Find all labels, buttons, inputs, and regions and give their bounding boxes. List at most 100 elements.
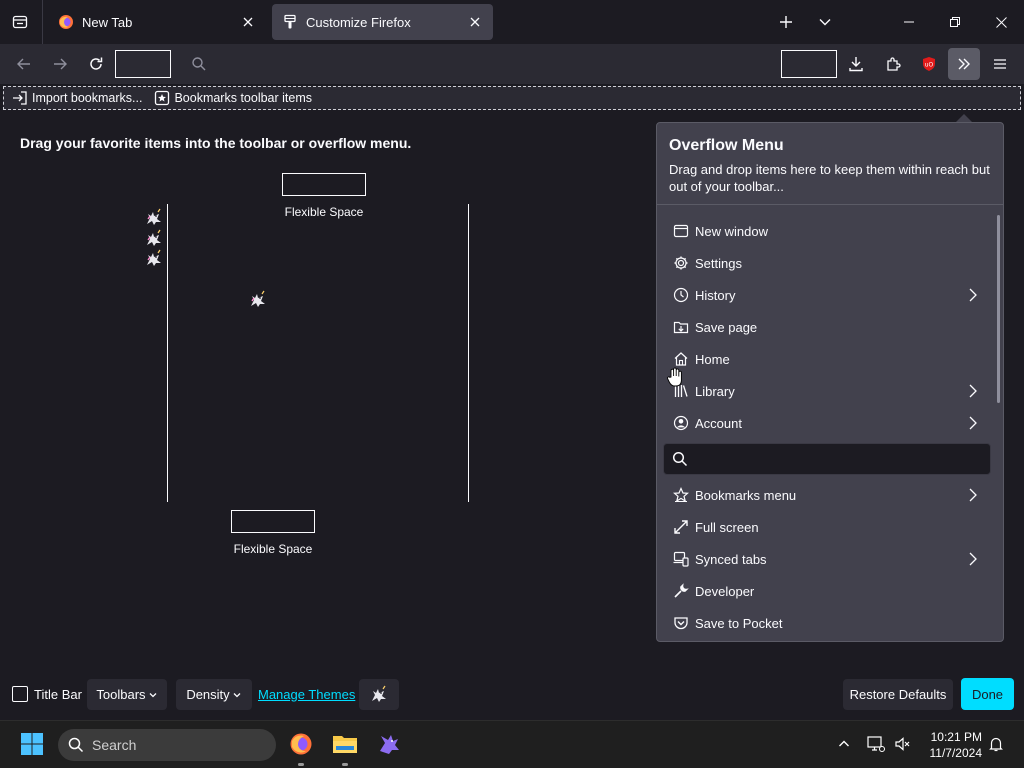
pocket-icon xyxy=(674,617,688,630)
search-icon xyxy=(192,57,206,71)
network-button[interactable] xyxy=(862,729,890,759)
bell-icon xyxy=(989,737,1003,752)
reload-button[interactable] xyxy=(80,48,112,80)
overflow-menu-button[interactable] xyxy=(948,48,980,80)
minimize-button[interactable] xyxy=(886,0,932,44)
forward-button[interactable] xyxy=(44,48,76,80)
overflow-item-save-page[interactable]: Save page xyxy=(657,311,997,343)
star-icon xyxy=(673,487,689,503)
chevron-up-icon xyxy=(839,740,849,747)
restore-defaults-button[interactable]: Restore Defaults xyxy=(843,679,953,710)
item-label: History xyxy=(695,287,736,303)
show-hidden-icons-button[interactable] xyxy=(830,729,858,759)
overflow-item-new-window[interactable]: New window xyxy=(657,215,997,247)
taskbar-firefox[interactable] xyxy=(286,729,316,759)
notifications-button[interactable] xyxy=(982,729,1010,759)
unicorn-button[interactable] xyxy=(359,679,399,710)
ublock-origin-button[interactable]: uO xyxy=(913,48,945,80)
list-all-tabs-button[interactable] xyxy=(811,8,839,36)
item-label: Bookmarks menu xyxy=(695,487,797,503)
chevron-down-icon xyxy=(233,692,241,697)
windows-logo-icon xyxy=(21,733,43,755)
separator-item[interactable] xyxy=(167,204,168,502)
overflow-item-account[interactable]: Account xyxy=(657,407,997,439)
extensions-button[interactable] xyxy=(877,48,909,80)
back-button[interactable] xyxy=(8,48,40,80)
overflow-item-save-to-pocket[interactable]: Save to Pocket xyxy=(657,607,997,639)
chevron-right-icon xyxy=(969,552,977,566)
taskbar-search-box[interactable]: Search xyxy=(58,729,276,761)
search-item[interactable] xyxy=(663,443,991,475)
search-button[interactable] xyxy=(183,48,215,80)
restore-button[interactable] xyxy=(932,0,978,44)
manage-themes-link[interactable]: Manage Themes xyxy=(258,687,355,702)
import-bookmarks-label: Import bookmarks... xyxy=(32,91,143,105)
running-indicator xyxy=(342,763,348,766)
search-icon xyxy=(68,737,84,753)
chevron-right-icon xyxy=(969,384,977,398)
item-label: Save page xyxy=(695,319,758,335)
spring-placeholder[interactable] xyxy=(115,50,171,78)
start-button[interactable] xyxy=(17,729,47,759)
plus-icon xyxy=(780,16,792,28)
panel-title: Overflow Menu xyxy=(669,137,784,154)
tab-new-tab[interactable]: New Tab xyxy=(48,4,266,40)
flexible-space-item[interactable] xyxy=(231,510,315,533)
firefox-logo-icon xyxy=(59,15,73,29)
title-bar-checkbox[interactable] xyxy=(12,686,28,702)
tab-strip: New Tab Customize Firefox xyxy=(0,0,1024,44)
unicorn-icon[interactable] xyxy=(144,249,164,269)
close-icon[interactable] xyxy=(240,14,256,30)
downloads-button[interactable] xyxy=(840,48,872,80)
done-button[interactable]: Done xyxy=(961,678,1014,710)
wrench-icon xyxy=(674,583,689,598)
overflow-item-settings[interactable]: Settings xyxy=(657,247,997,279)
paintbrush-icon xyxy=(284,14,296,29)
panel-description: Drag and drop items here to keep them wi… xyxy=(669,162,990,194)
close-window-button[interactable] xyxy=(978,0,1024,44)
clock[interactable]: 10:21 PM 11/7/2024 xyxy=(918,729,983,761)
panel-scrollbar[interactable] xyxy=(997,215,1000,403)
item-label: Library xyxy=(695,383,735,399)
taskbar-app[interactable] xyxy=(374,729,404,759)
account-icon xyxy=(673,415,689,431)
volume-button[interactable] xyxy=(888,729,916,759)
speaker-muted-icon xyxy=(895,737,910,751)
unicorn-icon[interactable] xyxy=(144,208,164,228)
overflow-item-synced-tabs[interactable]: Synced tabs xyxy=(657,543,997,575)
unicorn-icon[interactable] xyxy=(144,229,164,249)
title-bar-label: Title Bar xyxy=(34,687,82,702)
unicorn-icon[interactable] xyxy=(248,290,268,310)
import-bookmarks-button[interactable]: Import bookmarks... xyxy=(12,90,142,106)
spring-placeholder[interactable] xyxy=(781,50,837,78)
puzzle-icon xyxy=(887,57,901,71)
clock-icon xyxy=(673,287,689,303)
toolbars-label: Toolbars xyxy=(96,687,146,702)
firefox-logo-icon xyxy=(290,733,312,755)
app-menu-button[interactable] xyxy=(984,48,1016,80)
tab-customize-firefox[interactable]: Customize Firefox xyxy=(272,4,493,40)
taskbar-file-explorer[interactable] xyxy=(330,729,360,759)
overflow-item-full-screen[interactable]: Full screen xyxy=(657,511,997,543)
firefox-view-button[interactable] xyxy=(6,8,34,36)
new-tab-button[interactable] xyxy=(772,8,800,36)
overflow-item-library[interactable]: Library xyxy=(657,375,997,407)
arrow-right-icon xyxy=(54,58,67,70)
overflow-menu-panel: Overflow Menu Drag and drop items here t… xyxy=(656,122,1004,642)
flexible-space-item[interactable] xyxy=(282,173,366,196)
density-button[interactable]: Density xyxy=(176,679,252,710)
overflow-item-home[interactable]: Home xyxy=(657,343,997,375)
chevron-down-icon xyxy=(819,19,831,26)
unicorn-icon xyxy=(372,685,386,702)
minimize-icon xyxy=(904,21,914,23)
bookmarks-toolbar-items[interactable]: Bookmarks toolbar items xyxy=(154,90,312,106)
toolbars-button[interactable]: Toolbars xyxy=(87,679,167,710)
overflow-item-bookmarks-menu[interactable]: Bookmarks menu xyxy=(657,479,997,511)
separator-item[interactable] xyxy=(468,204,469,502)
close-icon[interactable] xyxy=(467,14,483,30)
overflow-item-history[interactable]: History xyxy=(657,279,997,311)
synced-tabs-icon xyxy=(673,551,689,567)
running-indicator xyxy=(298,763,304,766)
overflow-item-developer[interactable]: Developer xyxy=(657,575,997,607)
restore-defaults-label: Restore Defaults xyxy=(849,687,947,702)
